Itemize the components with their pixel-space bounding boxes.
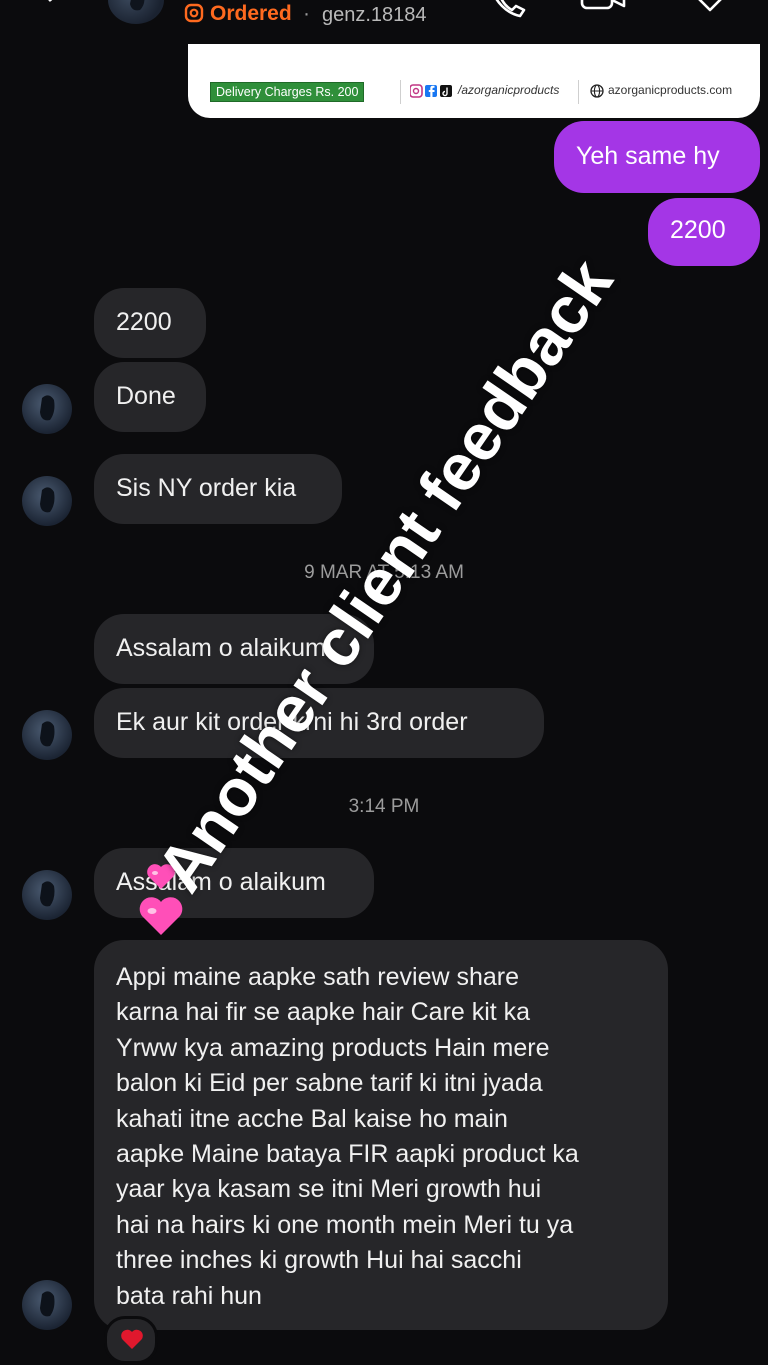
back-arrow-icon[interactable] xyxy=(40,0,70,14)
shared-post-card[interactable]: Delivery Charges Rs. 200 /azorganicprodu… xyxy=(188,44,760,118)
header-avatar[interactable] xyxy=(108,0,164,24)
incoming-message[interactable]: Done xyxy=(94,362,206,432)
sender-avatar[interactable] xyxy=(22,384,72,434)
header-separator: · xyxy=(303,2,310,25)
message-reaction[interactable] xyxy=(104,1316,158,1364)
sender-avatar[interactable] xyxy=(22,870,72,920)
social-media-icons xyxy=(410,84,452,98)
incoming-message[interactable]: 2200 xyxy=(94,288,206,358)
message-timestamp: 9 MAR AT 5:13 AM xyxy=(304,562,464,583)
chat-header: Ordered · genz.18184 xyxy=(0,0,768,36)
message-timestamp: 3:14 PM xyxy=(348,796,420,817)
globe-icon xyxy=(590,84,604,98)
delivery-charges-badge: Delivery Charges Rs. 200 xyxy=(210,82,365,102)
ordered-icon xyxy=(184,3,204,23)
video-icon[interactable] xyxy=(580,0,626,18)
incoming-message[interactable]: Ek aur kit order krni hi 3rd order xyxy=(94,688,544,758)
incoming-message[interactable]: Assalam o alaikum xyxy=(94,848,374,918)
sender-avatar[interactable] xyxy=(22,1280,72,1330)
incoming-message[interactable]: Sis NY order kia xyxy=(94,454,342,524)
pink-heart-sticker-icon xyxy=(147,864,175,889)
phone-icon[interactable] xyxy=(488,0,528,20)
outgoing-message[interactable]: 2200 xyxy=(648,198,760,266)
tag-icon[interactable] xyxy=(688,0,732,18)
ordered-status[interactable]: Ordered xyxy=(210,2,292,26)
red-heart-icon xyxy=(121,1329,143,1349)
social-handle: /azorganicproducts xyxy=(458,83,560,97)
card-divider xyxy=(578,80,579,104)
incoming-message[interactable]: Assalam o alaikum xyxy=(94,614,374,684)
sender-avatar[interactable] xyxy=(22,710,72,760)
website-link: azorganicproducts.com xyxy=(608,83,733,97)
card-divider xyxy=(400,80,401,104)
pink-heart-sticker-icon xyxy=(139,897,183,935)
outgoing-message[interactable]: Yeh same hy xyxy=(554,121,760,193)
sender-avatar[interactable] xyxy=(22,476,72,526)
incoming-review-message[interactable]: Appi maine aapke sath review share karna… xyxy=(94,940,668,1330)
username[interactable]: genz.18184 xyxy=(322,4,427,27)
